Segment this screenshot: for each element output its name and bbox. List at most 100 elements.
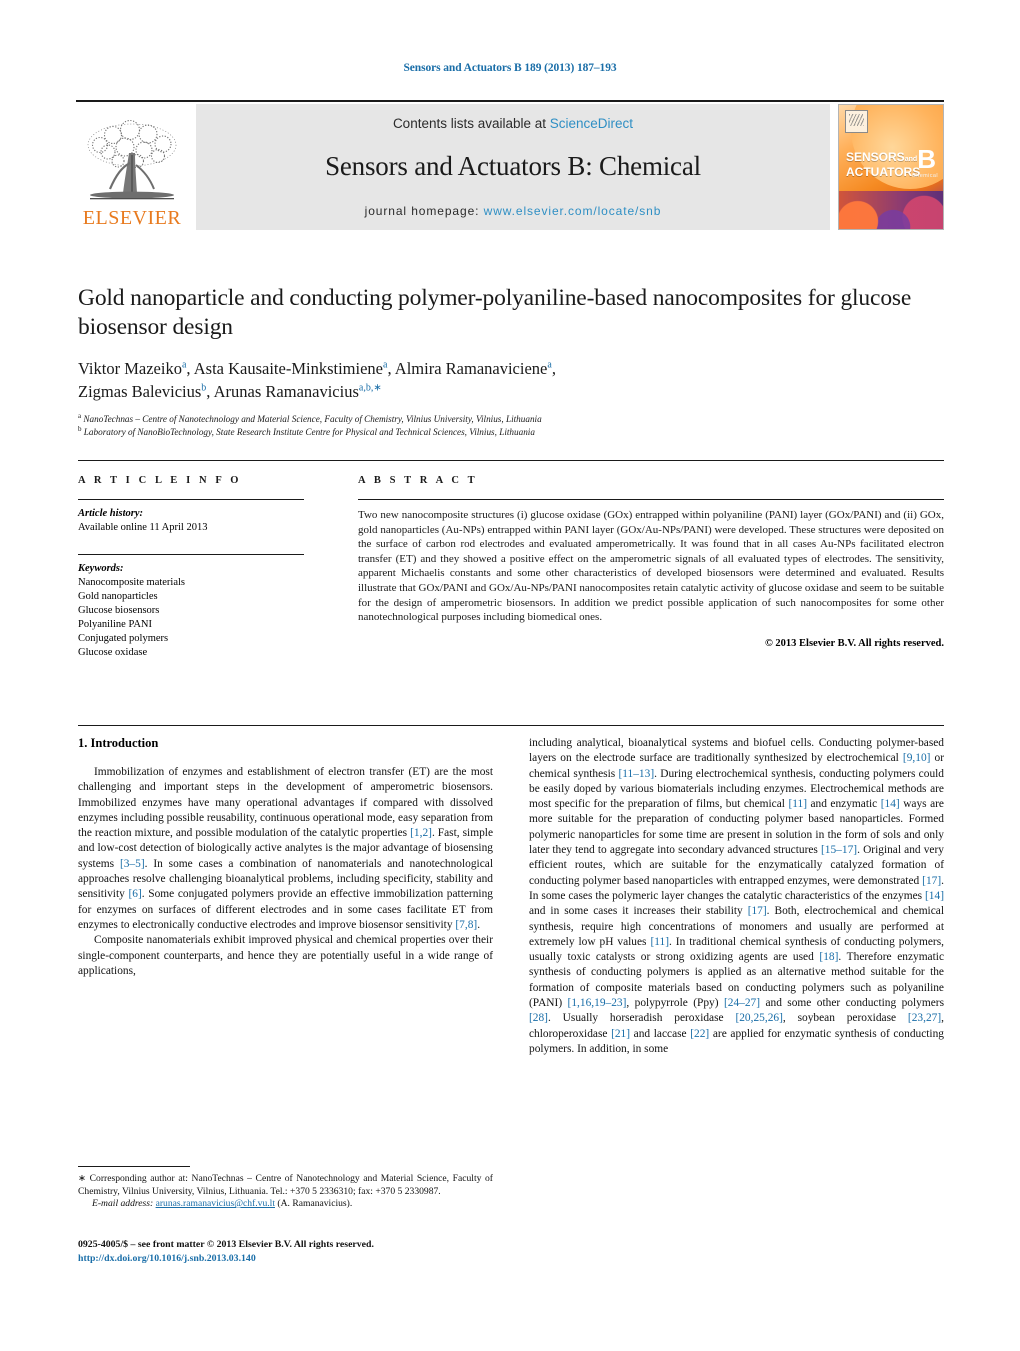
affiliation-b: b Laboratory of NanoBioTechnology, State… (78, 424, 944, 439)
keywords-label: Keywords: (78, 563, 124, 574)
author-line1-comma: , (551, 359, 556, 378)
citation-ref[interactable]: [1,2] (410, 827, 432, 839)
cover-title-line1: SENSORS (846, 150, 905, 164)
journal-masthead: ELSEVIER Contents lists available at Sci… (76, 100, 944, 230)
intro-3-seg-m: and some other conducting polymers (760, 997, 944, 1010)
keyword-item: Polyaniline PANI (78, 619, 152, 630)
citation-ref[interactable]: [17] (922, 875, 941, 887)
citation-ref[interactable]: [21] (611, 1028, 630, 1040)
cover-elsevier-mark-icon (845, 110, 868, 133)
paragraph-intro-1: Immobilization of enzymes and establishm… (78, 765, 493, 933)
journal-cover-thumbnail[interactable]: SENSORSand ACTUATORS B Chemical (838, 104, 944, 230)
copyright-notice: © 2013 Elsevier B.V. All rights reserved… (764, 637, 944, 649)
affiliation-a-mark: a (78, 411, 82, 420)
keyword-item: Conjugated polymers (78, 633, 169, 644)
journal-homepage-link[interactable]: www.elsevier.com/locate/snb (484, 204, 662, 218)
affiliation-b-text: Laboratory of NanoBioTechnology, State R… (83, 426, 535, 437)
paragraph-intro-2: Composite nanomaterials exhibit improved… (78, 934, 493, 977)
citation-ref[interactable]: [11] (650, 936, 669, 948)
author-3: , Almira Ramanaviciene (387, 359, 548, 378)
journal-band: Contents lists available at ScienceDirec… (196, 104, 830, 230)
cover-series-letter: B (917, 144, 936, 174)
article-info-rule-1 (78, 499, 304, 500)
elsevier-tree-icon (87, 119, 177, 200)
running-head: Sensors and Actuators B 189 (2013) 187–1… (403, 62, 617, 74)
author-5: , Arunas Ramanavicius (206, 382, 359, 401)
journal-title: Sensors and Actuators B: Chemical (325, 151, 701, 181)
email-address-label: E-mail address: (92, 1198, 154, 1210)
abstract-rule (358, 499, 944, 500)
cover-bottom-graphic (839, 191, 943, 229)
cover-title-and: and (904, 156, 918, 163)
footnote-body: Corresponding author at: NanoTechnas – C… (78, 1173, 493, 1197)
keyword-item: Glucose oxidase (78, 647, 148, 658)
contents-prefix: Contents lists available at (392, 116, 550, 131)
keyword-item: Glucose biosensors (78, 605, 160, 616)
affiliation-a: a NanoTechnas – Centre of Nanotechnology… (78, 411, 944, 426)
corresponding-author-email-link[interactable]: arunas.ramanavicius@chf.vu.lt (156, 1198, 275, 1209)
abstract-heading: A B S T R A C T (358, 475, 478, 486)
contents-available-line: Contents lists available at ScienceDirec… (196, 116, 830, 131)
intro-3-seg-q: and laccase (630, 1027, 691, 1040)
imprint-block: 0925-4005/$ – see front matter © 2013 El… (78, 1238, 498, 1265)
article-history-label: Article history: (78, 508, 144, 519)
citation-ref[interactable]: [11] (788, 798, 807, 810)
author-5-affil-mark[interactable]: a,b,∗ (359, 383, 382, 394)
email-suffix: (A. Ramanavicius). (275, 1198, 353, 1210)
title-block: Gold nanoparticle and conducting polymer… (78, 284, 944, 438)
affiliation-a-text: NanoTechnas – Centre of Nanotechnology a… (83, 414, 542, 424)
citation-ref[interactable]: [23,27] (908, 1012, 941, 1024)
journal-homepage-line: journal homepage: www.elsevier.com/locat… (196, 204, 830, 218)
issn-copyright-line: 0925-4005/$ – see front matter © 2013 El… (78, 1239, 374, 1250)
cover-title: SENSORSand ACTUATORS (846, 151, 920, 178)
author-2: , Asta Kausaite-Minkstimiene (186, 359, 383, 378)
citation-ref[interactable]: [22] (690, 1028, 709, 1040)
keyword-item: Gold nanoparticles (78, 591, 158, 602)
paragraph-intro-3: including analytical, bioanalytical syst… (529, 736, 944, 1057)
footnote-star-mark: ∗ (78, 1173, 87, 1184)
elsevier-logo: ELSEVIER (76, 104, 188, 230)
abstract-column: A B S T R A C T Two new nanocomposite st… (346, 475, 944, 715)
footnote-text: ∗ Corresponding author at: NanoTechnas –… (78, 1173, 493, 1211)
paper-page: Sensors and Actuators B 189 (2013) 187–1… (0, 0, 1020, 1351)
intro-1-seg-e: . (477, 918, 481, 931)
page-title: Gold nanoparticle and conducting polymer… (78, 285, 912, 340)
citation-ref[interactable]: [11–13] (618, 768, 654, 780)
author-list: Viktor Mazeikoa, Asta Kausaite-Minkstimi… (78, 357, 944, 403)
intro-3-seg-a: including analytical, bioanalytical syst… (529, 737, 944, 765)
affiliations: a NanoTechnas – Centre of Nanotechnology… (78, 411, 944, 439)
sciencedirect-link[interactable]: ScienceDirect (550, 116, 633, 131)
keyword-item: Nanocomposite materials (78, 577, 186, 588)
corresponding-author-footnote: ∗ Corresponding author at: NanoTechnas –… (78, 1166, 493, 1211)
citation-ref[interactable]: [7,8] (455, 919, 477, 931)
affiliation-b-mark: b (78, 424, 82, 433)
abstract-text: Two new nanocomposite structures (i) glu… (358, 509, 944, 624)
intro-3-seg-h: and in some cases it increases their sta… (529, 905, 748, 918)
author-4: Zigmas Balevicius (78, 382, 202, 401)
cover-title-line2: ACTUATORS (846, 165, 921, 179)
article-history-value: Available online 11 April 2013 (78, 522, 208, 533)
section-heading-introduction: 1. Introduction (78, 736, 159, 750)
doi-link[interactable]: http://dx.doi.org/10.1016/j.snb.2013.03.… (78, 1252, 498, 1266)
info-abstract-band: A R T I C L E I N F O Article history: A… (78, 460, 944, 726)
citation-ref[interactable]: [9,10] (903, 752, 931, 764)
intro-3-seg-d: and enzymatic (807, 798, 881, 811)
article-info-heading: A R T I C L E I N F O (78, 475, 242, 486)
citation-ref[interactable]: [14] (925, 890, 944, 902)
article-info-rule-2 (78, 554, 304, 555)
citation-ref[interactable]: [17] (748, 905, 767, 917)
citation-ref[interactable]: [6] (128, 888, 141, 900)
citation-ref[interactable]: [28] (529, 1012, 548, 1024)
citation-ref[interactable]: [24–27] (724, 997, 760, 1009)
article-info-column: A R T I C L E I N F O Article history: A… (78, 475, 346, 715)
citation-ref[interactable]: [20,25,26] (735, 1012, 782, 1024)
elsevier-wordmark: ELSEVIER (82, 207, 182, 229)
citation-ref[interactable]: [3–5] (120, 858, 145, 870)
cover-series-subtitle: Chemical (911, 173, 938, 179)
homepage-prefix: journal homepage: (364, 204, 484, 218)
citation-ref[interactable]: [15–17] (821, 844, 857, 856)
citation-ref[interactable]: [18] (819, 951, 838, 963)
citation-ref[interactable]: [1,16,19–23] (568, 997, 627, 1009)
citation-ref[interactable]: [14] (881, 798, 900, 810)
